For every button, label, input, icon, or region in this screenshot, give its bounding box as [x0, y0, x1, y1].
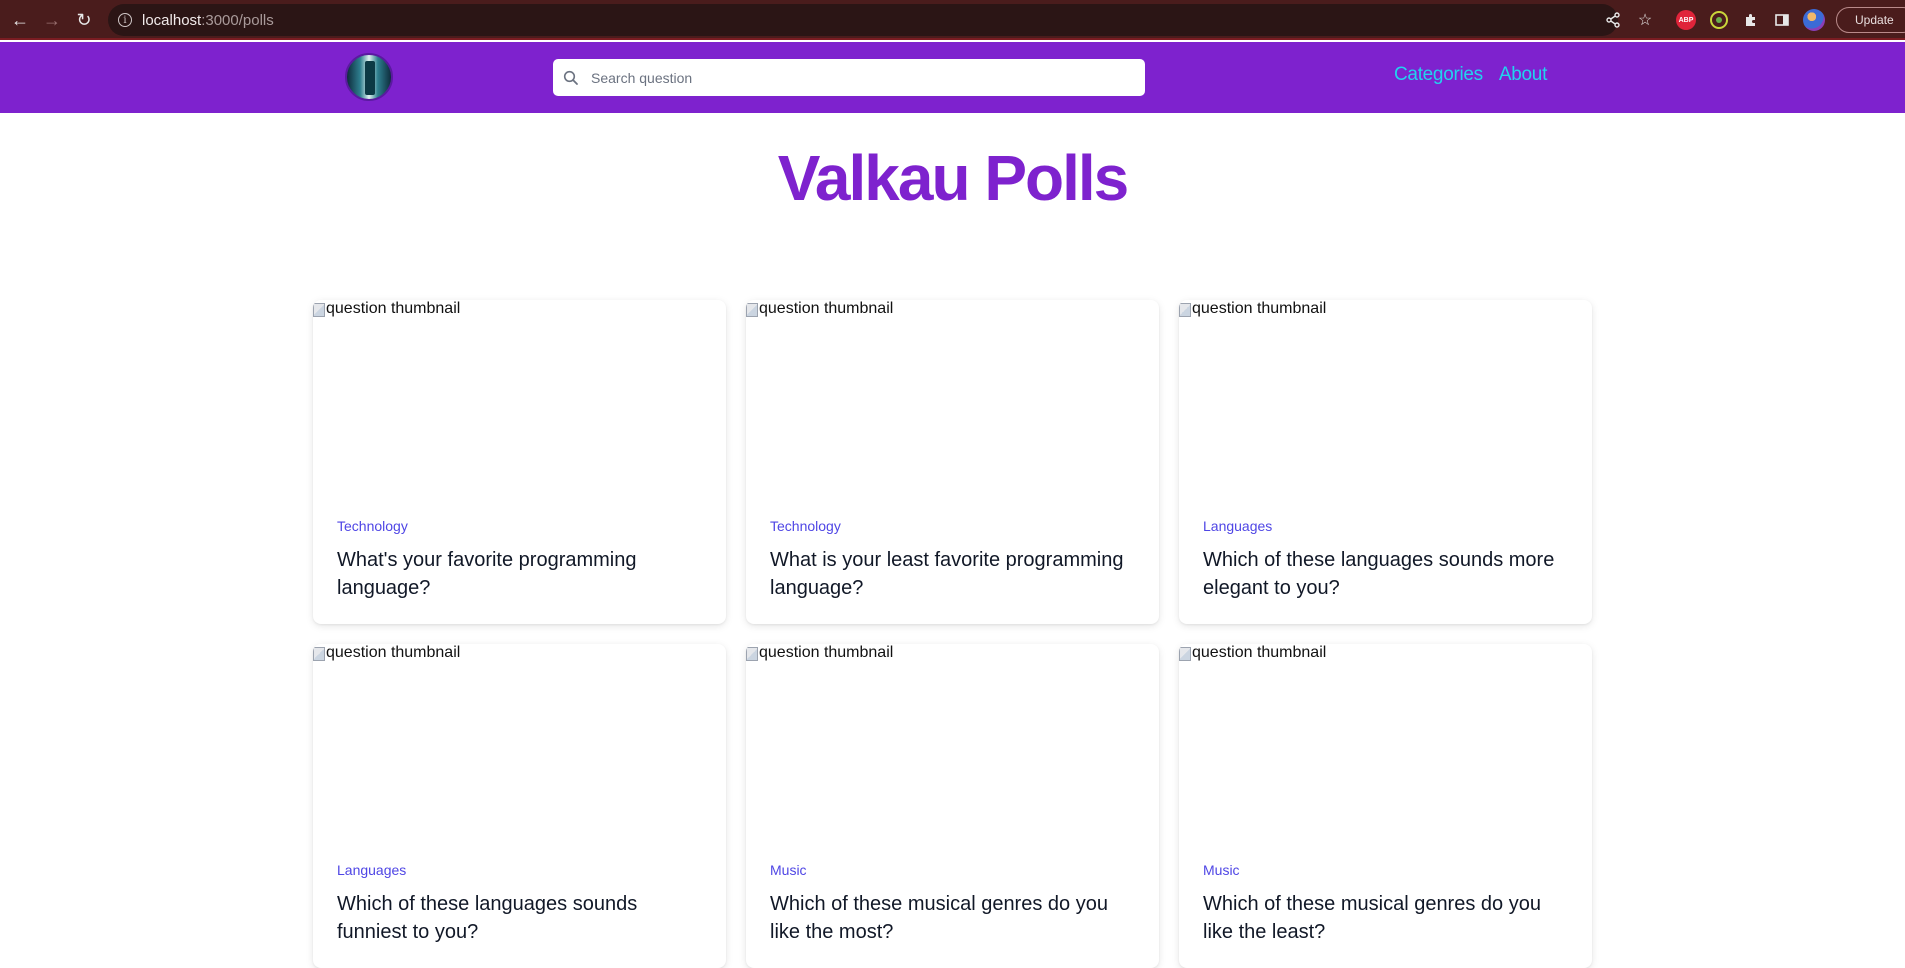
url-path: :3000/polls — [201, 11, 274, 29]
poll-category[interactable]: Music — [770, 862, 1140, 878]
browser-toolbar: ← → ↻ i localhost:3000/polls ☆ ABP Updat… — [0, 0, 1905, 40]
poll-card[interactable]: question thumbnail Technology What is yo… — [746, 300, 1159, 624]
thumbnail-alt-text: question thumbnail — [759, 644, 894, 661]
nav-link-categories[interactable]: Categories — [1394, 64, 1483, 86]
question-thumbnail: question thumbnail — [1179, 644, 1592, 844]
search-icon — [553, 59, 589, 96]
question-thumbnail: question thumbnail — [1179, 300, 1592, 500]
broken-image-icon — [313, 647, 325, 661]
question-thumbnail: question thumbnail — [313, 644, 726, 844]
poll-card[interactable]: question thumbnail Music Which of these … — [1179, 644, 1592, 968]
thumbnail-alt-text: question thumbnail — [326, 644, 461, 661]
poll-question[interactable]: What's your favorite programming languag… — [337, 546, 707, 602]
reload-icon[interactable]: ↻ — [70, 6, 98, 34]
poll-card[interactable]: question thumbnail Languages Which of th… — [313, 644, 726, 968]
poll-card[interactable]: question thumbnail Music Which of these … — [746, 644, 1159, 968]
broken-image-icon — [1179, 647, 1191, 661]
poll-question[interactable]: Which of these musical genres do you lik… — [1203, 890, 1573, 946]
nav-link-about[interactable]: About — [1499, 64, 1547, 86]
thumbnail-alt-text: question thumbnail — [1192, 300, 1327, 317]
poll-category[interactable]: Technology — [337, 518, 707, 534]
extensions-puzzle-icon[interactable] — [1739, 8, 1763, 32]
share-icon[interactable] — [1601, 8, 1625, 32]
thumbnail-alt-text: question thumbnail — [326, 300, 461, 317]
poll-category[interactable]: Music — [1203, 862, 1573, 878]
app-header: Categories About — [0, 42, 1905, 113]
broken-image-icon — [1179, 303, 1191, 317]
address-bar[interactable]: i localhost:3000/polls — [108, 4, 1618, 36]
site-info-icon[interactable]: i — [118, 13, 132, 27]
profile-avatar-icon[interactable] — [1803, 9, 1825, 31]
poll-category[interactable]: Languages — [1203, 518, 1573, 534]
forward-icon[interactable]: → — [38, 6, 66, 34]
question-thumbnail: question thumbnail — [746, 644, 1159, 844]
poll-question[interactable]: What is your least favorite programming … — [770, 546, 1140, 602]
main-nav: Categories About — [1394, 64, 1547, 86]
question-thumbnail: question thumbnail — [313, 300, 726, 500]
broken-image-icon — [313, 303, 325, 317]
search-input[interactable] — [589, 62, 1129, 93]
poll-card[interactable]: question thumbnail Languages Which of th… — [1179, 300, 1592, 624]
logo-avatar[interactable] — [345, 53, 393, 101]
poll-question[interactable]: Which of these languages sounds funniest… — [337, 890, 707, 946]
side-panel-icon[interactable] — [1770, 8, 1794, 32]
back-icon[interactable]: ← — [6, 6, 34, 34]
poll-card[interactable]: question thumbnail Technology What's you… — [313, 300, 726, 624]
poll-category[interactable]: Languages — [337, 862, 707, 878]
question-thumbnail: question thumbnail — [746, 300, 1159, 500]
broken-image-icon — [746, 303, 758, 317]
extension-ring-icon[interactable] — [1710, 11, 1728, 29]
page-title: Valkau Polls — [777, 142, 1130, 214]
poll-question[interactable]: Which of these languages sounds more ele… — [1203, 546, 1573, 602]
thumbnail-alt-text: question thumbnail — [1192, 644, 1327, 661]
thumbnail-alt-text: question thumbnail — [759, 300, 894, 317]
update-button[interactable]: Update — [1836, 7, 1905, 33]
poll-question[interactable]: Which of these musical genres do you lik… — [770, 890, 1140, 946]
url-host: localhost — [142, 11, 202, 29]
polls-grid: question thumbnail Technology What's you… — [313, 300, 1593, 968]
adblock-icon[interactable]: ABP — [1676, 10, 1696, 30]
poll-category[interactable]: Technology — [770, 518, 1140, 534]
bookmark-star-icon[interactable]: ☆ — [1633, 8, 1657, 32]
broken-image-icon — [746, 647, 758, 661]
search-bar[interactable] — [553, 59, 1145, 96]
